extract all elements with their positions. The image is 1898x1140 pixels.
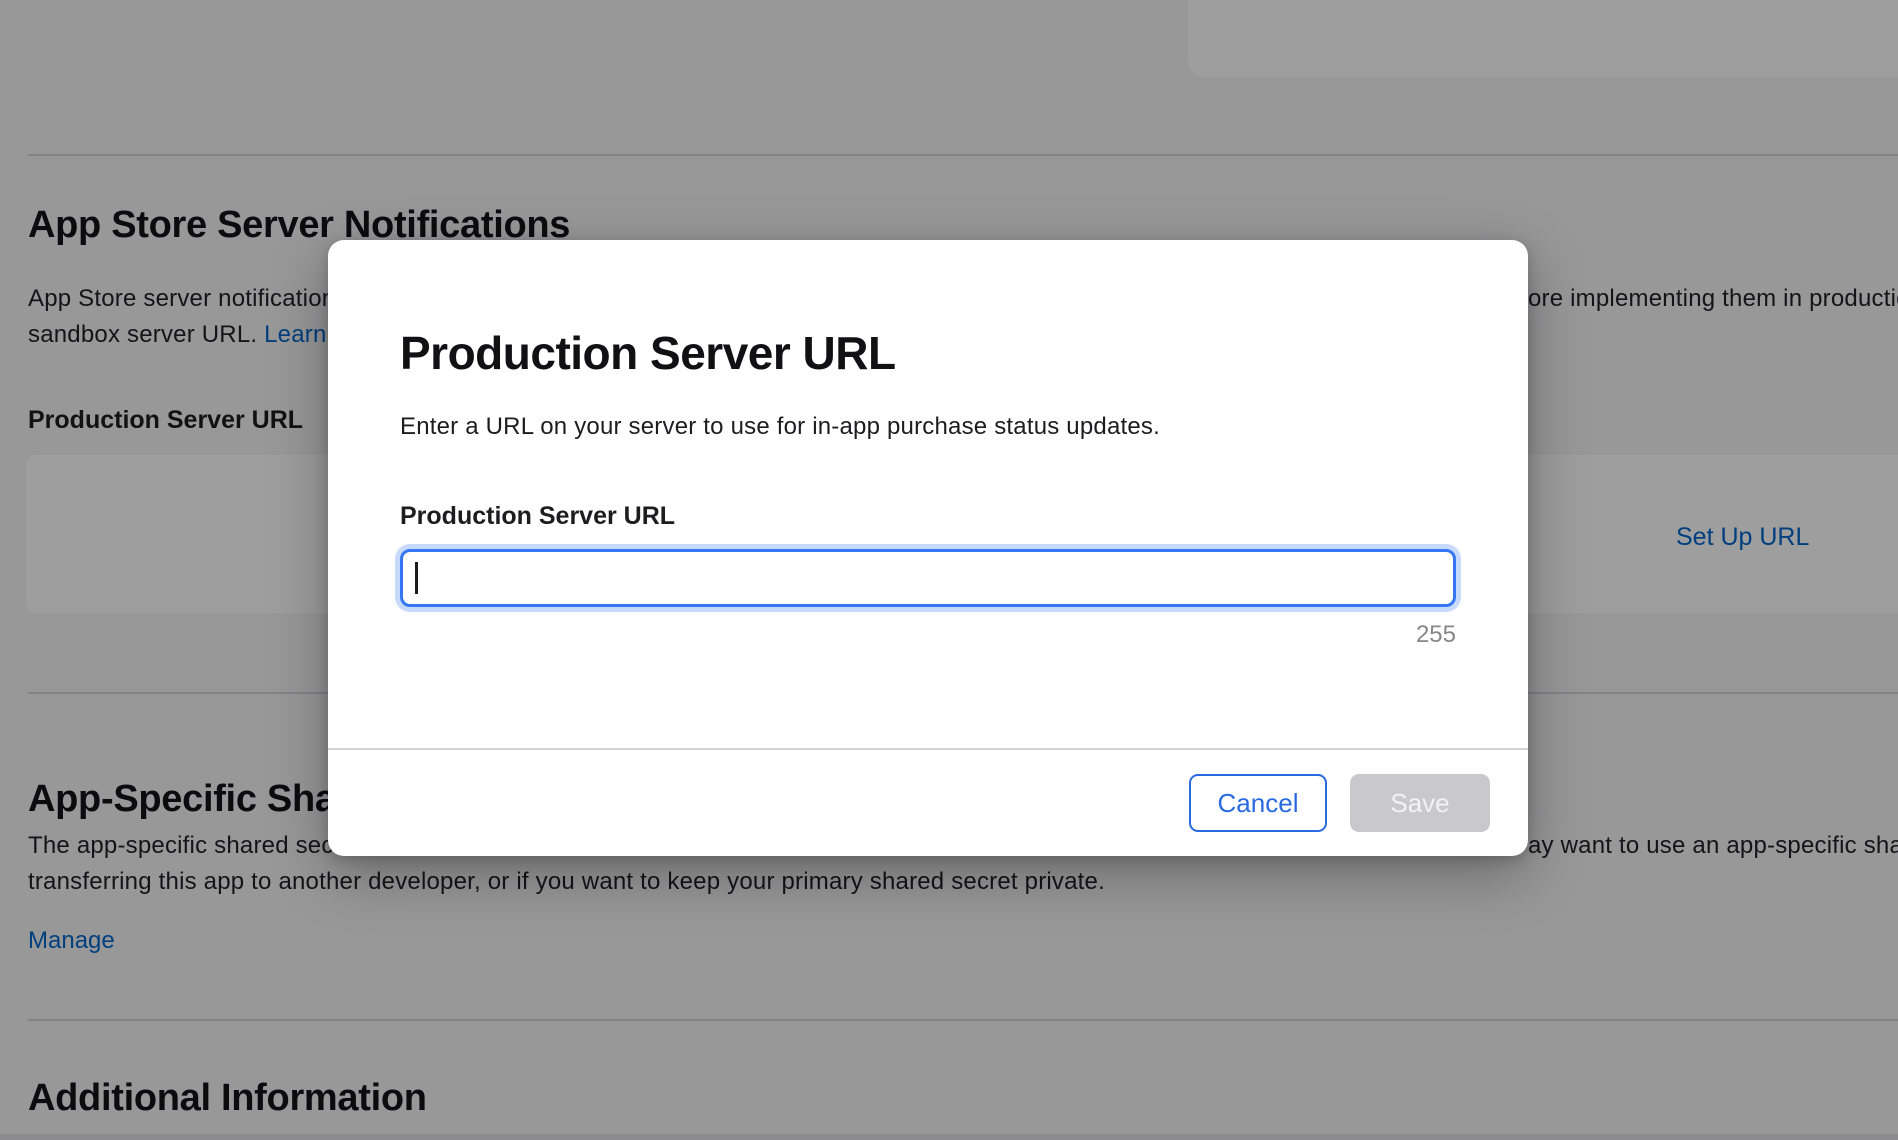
footer-divider [328,748,1528,750]
production-server-url-dialog: Production Server URL Enter a URL on you… [328,240,1528,856]
url-field-label: Production Server URL [400,500,675,532]
dialog-description: Enter a URL on your server to use for in… [400,410,1160,444]
cancel-button[interactable]: Cancel [1189,774,1327,832]
save-button[interactable]: Save [1350,774,1490,832]
dialog-title: Production Server URL [400,326,896,380]
text-caret [415,562,418,594]
character-count: 255 [1416,620,1456,650]
app-store-connect-page: App Store Server Notifications App Store… [0,0,1898,1140]
production-server-url-input[interactable] [400,549,1456,607]
